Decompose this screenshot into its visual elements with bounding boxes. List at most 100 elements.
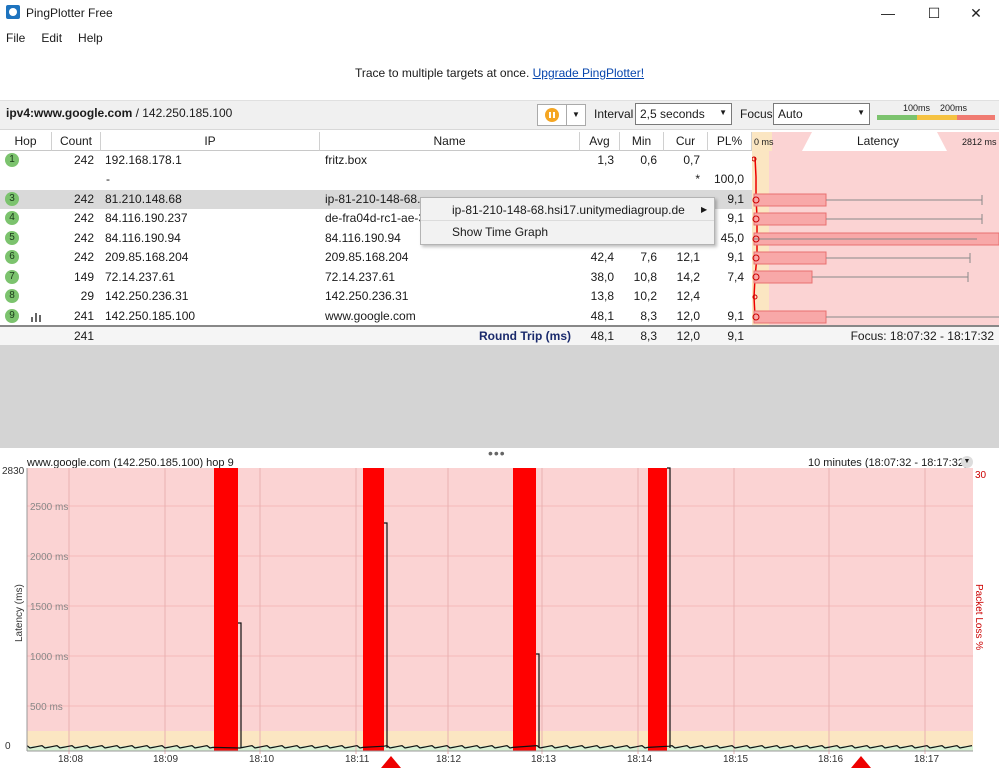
latency-title[interactable]: Latency bbox=[857, 134, 899, 148]
maximize-button[interactable]: ☐ bbox=[911, 0, 957, 26]
y2-axis-max: 30 bbox=[975, 470, 987, 481]
y-axis-label: Latency (ms) bbox=[14, 584, 25, 642]
latency-row-5 bbox=[752, 232, 999, 246]
packet-loss-marker[interactable] bbox=[381, 756, 401, 768]
upgrade-link[interactable]: Upgrade PingPlotter! bbox=[533, 66, 644, 80]
hop-count: 149 bbox=[73, 270, 94, 284]
packet-loss-background bbox=[27, 468, 973, 736]
hop-row[interactable]: 9 241 142.250.185.100 www.google.com 48,… bbox=[0, 307, 752, 326]
hop-count: 242 bbox=[73, 250, 94, 264]
target-field[interactable]: ipv4:www.google.com / 142.250.185.100 bbox=[6, 106, 232, 120]
y-tick-label: 1500 ms bbox=[30, 602, 68, 613]
target-host: ipv4:www.google.com bbox=[6, 106, 133, 120]
hop-min: 10,2 bbox=[633, 289, 657, 303]
summary-count: 241 bbox=[73, 329, 94, 343]
interval-value: 2,5 seconds bbox=[640, 107, 705, 121]
menu-edit[interactable]: Edit bbox=[31, 28, 68, 45]
col-header-avg[interactable]: Avg bbox=[580, 132, 620, 151]
col-header-pl[interactable]: PL% bbox=[708, 132, 752, 151]
time-graph-svg: 2830 0 30 Latency (ms) Packet Loss % 250… bbox=[2, 466, 987, 768]
x-tick-label: 18:15 bbox=[723, 754, 748, 765]
hop-ip: 142.250.236.31 bbox=[105, 289, 189, 303]
minimize-button[interactable]: — bbox=[865, 0, 911, 26]
promo-text: Trace to multiple targets at once. bbox=[354, 66, 530, 80]
splitter-grip-icon[interactable]: ••• bbox=[488, 445, 506, 461]
interval-label: Interval bbox=[594, 107, 634, 121]
y2-axis-label: Packet Loss % bbox=[973, 584, 984, 650]
summary-row: 241 Round Trip (ms) 48,1 8,3 12,0 9,1 Fo… bbox=[0, 325, 999, 347]
interval-select[interactable]: 2,5 seconds ▼ bbox=[635, 103, 732, 125]
hop-ip: 192.168.178.1 bbox=[105, 153, 182, 167]
packet-loss-bar bbox=[513, 468, 536, 751]
menu-file[interactable]: File bbox=[0, 28, 31, 45]
window-title: PingPlotter Free bbox=[26, 6, 113, 20]
hop-number-badge: 7 bbox=[5, 270, 19, 284]
hop-row[interactable]: 1 242 192.168.178.1 fritz.box 1,3 0,6 0,… bbox=[0, 151, 752, 170]
empty-grid-area bbox=[0, 345, 999, 448]
col-header-count[interactable]: Count bbox=[52, 132, 101, 151]
hop-row[interactable]: 8 29 142.250.236.31 142.250.236.31 13,8 … bbox=[0, 287, 752, 306]
hop-row[interactable]: 7 149 72.14.237.61 72.14.237.61 38,0 10,… bbox=[0, 268, 752, 287]
hop-cur: 12,1 bbox=[676, 250, 700, 264]
x-tick-label: 18:16 bbox=[818, 754, 843, 765]
hop-name: 209.85.168.204 bbox=[325, 250, 409, 264]
hop-avg: 48,1 bbox=[590, 309, 614, 323]
hop-avg: 38,0 bbox=[590, 270, 614, 284]
promo-banner: Trace to multiple targets at once. Upgra… bbox=[0, 66, 999, 80]
hop-cur: * bbox=[695, 172, 700, 186]
hop-count: 242 bbox=[73, 192, 94, 206]
hop-ip: 209.85.168.204 bbox=[105, 250, 189, 264]
summary-min: 8,3 bbox=[640, 329, 657, 343]
col-header-cur[interactable]: Cur bbox=[664, 132, 708, 151]
hop-name: 84.116.190.94 bbox=[325, 231, 401, 245]
chevron-down-icon: ▼ bbox=[719, 108, 727, 117]
hop-cur: 12,0 bbox=[676, 309, 700, 323]
col-header-hop[interactable]: Hop bbox=[0, 132, 52, 151]
scale-200ms-label: 200ms bbox=[940, 103, 968, 113]
y-axis-max: 2830 bbox=[2, 466, 25, 477]
hop-number-badge: 8 bbox=[5, 289, 19, 303]
bar-chart-icon[interactable] bbox=[31, 312, 43, 322]
target-separator: / bbox=[132, 106, 143, 120]
col-header-min[interactable]: Min bbox=[620, 132, 664, 151]
hop-row[interactable]: - * 100,0 bbox=[0, 170, 752, 189]
hop-pl: 9,1 bbox=[727, 309, 744, 323]
close-button[interactable]: ✕ bbox=[953, 0, 999, 26]
hop-count: 242 bbox=[73, 153, 94, 167]
menu-bar: File Edit Help bbox=[0, 28, 109, 48]
context-menu-hostname[interactable]: ip-81-210-148-68.hsi17.unitymediagroup.d… bbox=[452, 203, 685, 217]
col-header-name[interactable]: Name bbox=[320, 132, 580, 151]
x-tick-label: 18:14 bbox=[627, 754, 652, 765]
show-time-graph-item[interactable]: Show Time Graph bbox=[452, 225, 548, 239]
hop-row[interactable]: 6 242 209.85.168.204 209.85.168.204 42,4… bbox=[0, 248, 752, 267]
pause-dropdown-button[interactable]: ▼ bbox=[566, 104, 586, 126]
context-menu-divider bbox=[421, 220, 714, 221]
hop-pl: 100,0 bbox=[713, 172, 744, 186]
latency-row-9 bbox=[752, 310, 999, 324]
hop-name: 72.14.237.61 bbox=[325, 270, 396, 284]
target-ip: 142.250.185.100 bbox=[142, 106, 233, 120]
hop-number-badge: 3 bbox=[5, 192, 19, 206]
packet-loss-marker[interactable] bbox=[851, 756, 871, 768]
hop-number-badge: 1 bbox=[5, 153, 19, 167]
focus-select[interactable]: Auto ▼ bbox=[773, 103, 870, 125]
time-graph[interactable]: 2830 0 30 Latency (ms) Packet Loss % 250… bbox=[0, 466, 999, 772]
latency-row-3 bbox=[752, 193, 983, 207]
hop-ip: 84.116.190.94 bbox=[105, 231, 181, 245]
context-menu: ip-81-210-148-68.hsi17.unitymediagroup.d… bbox=[420, 197, 715, 245]
hop-min: 10,8 bbox=[633, 270, 657, 284]
x-tick-label: 18:17 bbox=[914, 754, 939, 765]
packet-loss-bar bbox=[363, 468, 384, 751]
pause-button[interactable] bbox=[537, 104, 567, 126]
y-tick-label: 500 ms bbox=[30, 702, 63, 713]
latency-graph-panel[interactable] bbox=[752, 151, 999, 326]
menu-help[interactable]: Help bbox=[68, 28, 109, 45]
col-header-ip[interactable]: IP bbox=[101, 132, 320, 151]
y-tick-label: 2000 ms bbox=[30, 552, 68, 563]
hop-avg: 13,8 bbox=[590, 289, 614, 303]
hop-number-badge: 6 bbox=[5, 250, 19, 264]
hop-avg: 1,3 bbox=[597, 153, 614, 167]
y-tick-label: 1000 ms bbox=[30, 652, 68, 663]
pingplotter-app-icon bbox=[6, 5, 20, 19]
focus-value: Auto bbox=[778, 107, 803, 121]
